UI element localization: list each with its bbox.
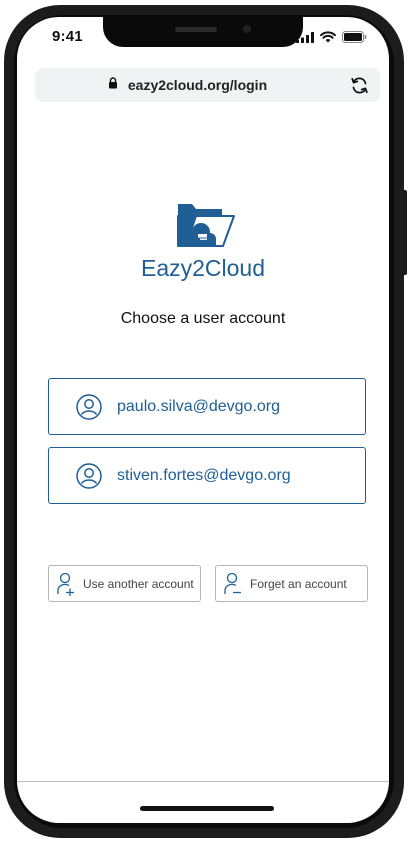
account-email: paulo.silva@devgo.org — [117, 397, 281, 415]
cellular-signal-icon — [296, 30, 314, 48]
bottom-divider — [17, 781, 389, 782]
forget-account-button[interactable]: Forget an account — [215, 565, 368, 602]
battery-icon — [342, 30, 367, 48]
earpiece-speaker — [175, 27, 217, 32]
user-add-icon — [57, 572, 75, 596]
url-text: eazy2cloud.org/login — [127, 77, 268, 93]
status-time: 9:41 — [52, 28, 83, 45]
notch — [103, 17, 303, 47]
user-remove-icon — [224, 572, 242, 596]
forget-account-label: Forget an account — [250, 576, 347, 591]
page-heading: Choose a user account — [120, 310, 286, 327]
account-option[interactable]: stiven.fortes@devgo.org — [48, 447, 366, 504]
user-avatar-icon — [76, 393, 102, 420]
account-email: stiven.fortes@devgo.org — [117, 466, 291, 484]
home-indicator[interactable] — [140, 806, 274, 811]
user-avatar-icon — [76, 462, 102, 489]
brand-name: Eazy2Cloud — [140, 255, 266, 281]
status-icons — [296, 30, 367, 48]
reload-icon[interactable] — [350, 76, 369, 100]
account-option[interactable]: paulo.silva@devgo.org — [48, 378, 366, 435]
wifi-icon — [320, 30, 336, 48]
use-another-account-label: Use another account — [83, 576, 194, 591]
lock-icon — [108, 76, 118, 94]
cloud-folder-logo-icon — [177, 202, 235, 255]
address-bar[interactable]: eazy2cloud.org/login — [35, 68, 380, 102]
use-another-account-button[interactable]: Use another account — [48, 565, 201, 602]
front-camera — [243, 25, 251, 33]
phone-screen: 9:41 eazy2cloud.org/login Eazy2Cloud Cho… — [17, 17, 389, 823]
